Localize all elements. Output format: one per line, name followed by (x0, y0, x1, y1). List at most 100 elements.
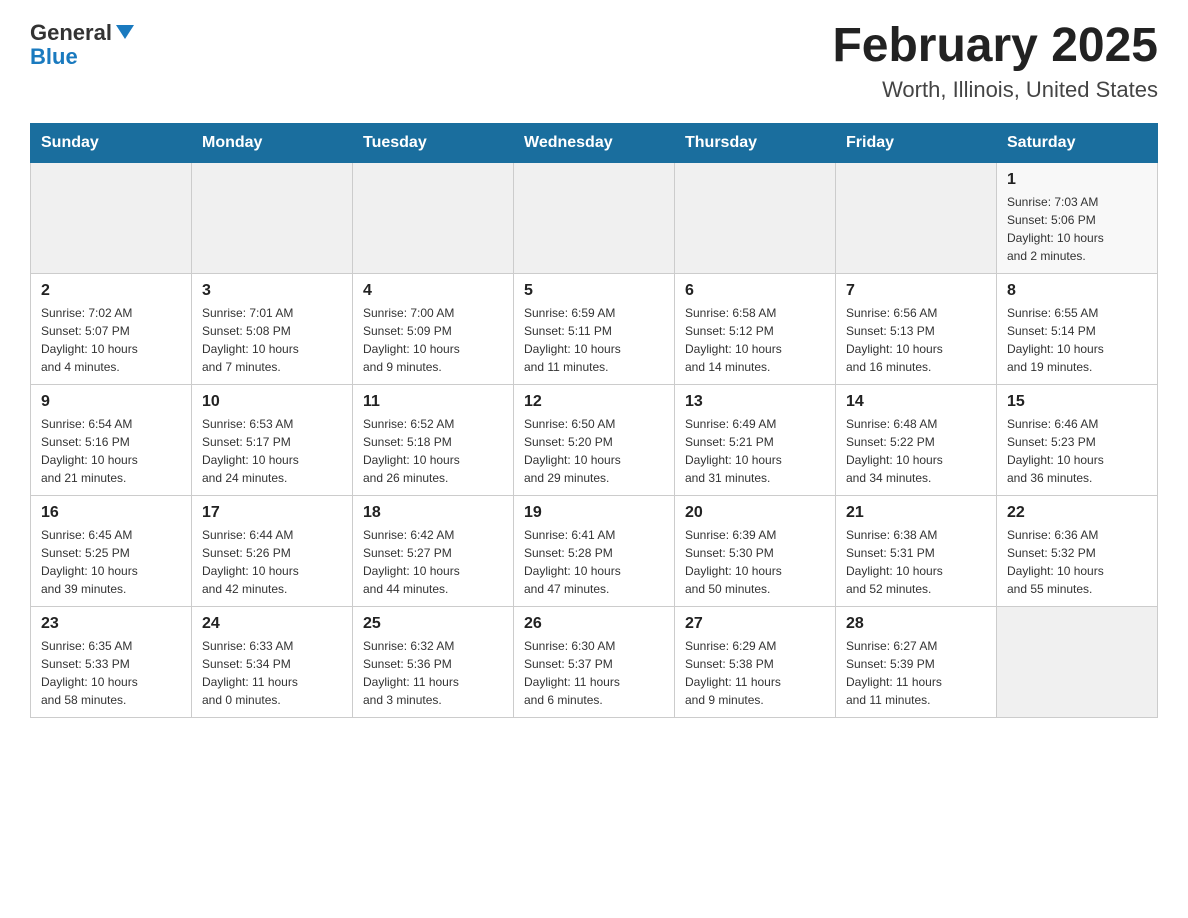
day-info: Sunrise: 6:58 AM Sunset: 5:12 PM Dayligh… (685, 304, 825, 376)
table-row: 15 Sunrise: 6:46 AM Sunset: 5:23 PM Dayli… (997, 384, 1158, 495)
table-row (353, 162, 514, 273)
day-number: 22 (1007, 504, 1147, 522)
day-number: 18 (363, 504, 503, 522)
table-row: 25Sunrise: 6:32 AM Sunset: 5:36 PM Dayli… (353, 606, 514, 717)
day-info: Sunrise: 6:30 AM Sunset: 5:37 PM Dayligh… (524, 637, 664, 709)
table-row: 21Sunrise: 6:38 AM Sunset: 5:31 PM Dayli… (836, 495, 997, 606)
day-info: Sunrise: 6:41 AM Sunset: 5:28 PM Dayligh… (524, 526, 664, 598)
logo-blue-text: Blue (30, 44, 78, 70)
day-number: 24 (202, 615, 342, 633)
week-row-2: 2 Sunrise: 7:02 AM Sunset: 5:07 PM Daylig… (31, 273, 1158, 384)
day-number: 19 (524, 504, 664, 522)
table-row: 6Sunrise: 6:58 AM Sunset: 5:12 PM Daylig… (675, 273, 836, 384)
day-number: 7 (846, 282, 986, 300)
table-row: 27 Sunrise: 6:29 AM Sunset: 5:38 PM Dayli… (675, 606, 836, 717)
table-row: 10 Sunrise: 6:53 AM Sunset: 5:17 PM Dayli… (192, 384, 353, 495)
table-row: 26 Sunrise: 6:30 AM Sunset: 5:37 PM Dayli… (514, 606, 675, 717)
day-info: Sunrise: 7:01 AM Sunset: 5:08 PM Dayligh… (202, 304, 342, 376)
day-info: Sunrise: 7:02 AM Sunset: 5:07 PM Dayligh… (41, 304, 181, 376)
table-row: 28 Sunrise: 6:27 AM Sunset: 5:39 PM Dayli… (836, 606, 997, 717)
day-number: 21 (846, 504, 986, 522)
col-saturday: Saturday (997, 123, 1158, 162)
col-wednesday: Wednesday (514, 123, 675, 162)
day-number: 5 (524, 282, 664, 300)
logo: General Blue (30, 20, 134, 70)
table-row: 24Sunrise: 6:33 AM Sunset: 5:34 PM Dayli… (192, 606, 353, 717)
week-row-1: 1 Sunrise: 7:03 AM Sunset: 5:06 PM Daylig… (31, 162, 1158, 273)
table-row: 14 Sunrise: 6:48 AM Sunset: 5:22 PM Dayli… (836, 384, 997, 495)
table-row: 16Sunrise: 6:45 AM Sunset: 5:25 PM Dayli… (31, 495, 192, 606)
table-row: 12 Sunrise: 6:50 AM Sunset: 5:20 PM Dayli… (514, 384, 675, 495)
day-info: Sunrise: 6:55 AM Sunset: 5:14 PM Dayligh… (1007, 304, 1147, 376)
table-row: 4Sunrise: 7:00 AM Sunset: 5:09 PM Daylig… (353, 273, 514, 384)
day-info: Sunrise: 6:46 AM Sunset: 5:23 PM Dayligh… (1007, 415, 1147, 487)
day-number: 23 (41, 615, 181, 633)
table-row: 18Sunrise: 6:42 AM Sunset: 5:27 PM Dayli… (353, 495, 514, 606)
day-number: 25 (363, 615, 503, 633)
table-row: 23 Sunrise: 6:35 AM Sunset: 5:33 PM Dayli… (31, 606, 192, 717)
day-number: 17 (202, 504, 342, 522)
day-info: Sunrise: 6:45 AM Sunset: 5:25 PM Dayligh… (41, 526, 181, 598)
table-row: 2 Sunrise: 7:02 AM Sunset: 5:07 PM Daylig… (31, 273, 192, 384)
day-info: Sunrise: 6:52 AM Sunset: 5:18 PM Dayligh… (363, 415, 503, 487)
day-number: 8 (1007, 282, 1147, 300)
day-number: 27 (685, 615, 825, 633)
day-info: Sunrise: 6:29 AM Sunset: 5:38 PM Dayligh… (685, 637, 825, 709)
col-sunday: Sunday (31, 123, 192, 162)
col-friday: Friday (836, 123, 997, 162)
day-info: Sunrise: 6:56 AM Sunset: 5:13 PM Dayligh… (846, 304, 986, 376)
table-row: 9 Sunrise: 6:54 AM Sunset: 5:16 PM Daylig… (31, 384, 192, 495)
table-row (31, 162, 192, 273)
day-info: Sunrise: 6:53 AM Sunset: 5:17 PM Dayligh… (202, 415, 342, 487)
calendar-table: Sunday Monday Tuesday Wednesday Thursday… (30, 123, 1158, 718)
calendar-title: February 2025 (832, 20, 1158, 73)
day-number: 13 (685, 393, 825, 411)
day-info: Sunrise: 6:48 AM Sunset: 5:22 PM Dayligh… (846, 415, 986, 487)
week-row-4: 16Sunrise: 6:45 AM Sunset: 5:25 PM Dayli… (31, 495, 1158, 606)
table-row (675, 162, 836, 273)
table-row (192, 162, 353, 273)
day-info: Sunrise: 6:27 AM Sunset: 5:39 PM Dayligh… (846, 637, 986, 709)
day-number: 1 (1007, 171, 1147, 189)
day-info: Sunrise: 6:50 AM Sunset: 5:20 PM Dayligh… (524, 415, 664, 487)
table-row: 11 Sunrise: 6:52 AM Sunset: 5:18 PM Dayli… (353, 384, 514, 495)
day-number: 28 (846, 615, 986, 633)
table-row (997, 606, 1158, 717)
day-info: Sunrise: 7:03 AM Sunset: 5:06 PM Dayligh… (1007, 193, 1147, 265)
table-row: 7 Sunrise: 6:56 AM Sunset: 5:13 PM Daylig… (836, 273, 997, 384)
day-number: 26 (524, 615, 664, 633)
table-row: 5 Sunrise: 6:59 AM Sunset: 5:11 PM Daylig… (514, 273, 675, 384)
table-row: 13Sunrise: 6:49 AM Sunset: 5:21 PM Dayli… (675, 384, 836, 495)
col-thursday: Thursday (675, 123, 836, 162)
day-number: 2 (41, 282, 181, 300)
calendar-header-row: Sunday Monday Tuesday Wednesday Thursday… (31, 123, 1158, 162)
day-number: 12 (524, 393, 664, 411)
day-info: Sunrise: 6:54 AM Sunset: 5:16 PM Dayligh… (41, 415, 181, 487)
day-number: 14 (846, 393, 986, 411)
day-info: Sunrise: 6:35 AM Sunset: 5:33 PM Dayligh… (41, 637, 181, 709)
week-row-5: 23 Sunrise: 6:35 AM Sunset: 5:33 PM Dayli… (31, 606, 1158, 717)
logo-general-text: General (30, 20, 112, 46)
day-number: 9 (41, 393, 181, 411)
day-info: Sunrise: 7:00 AM Sunset: 5:09 PM Dayligh… (363, 304, 503, 376)
day-number: 11 (363, 393, 503, 411)
day-number: 15 (1007, 393, 1147, 411)
day-info: Sunrise: 6:36 AM Sunset: 5:32 PM Dayligh… (1007, 526, 1147, 598)
calendar-title-block: February 2025 Worth, Illinois, United St… (832, 20, 1158, 103)
table-row: 22 Sunrise: 6:36 AM Sunset: 5:32 PM Dayli… (997, 495, 1158, 606)
day-number: 3 (202, 282, 342, 300)
day-number: 20 (685, 504, 825, 522)
calendar-subtitle: Worth, Illinois, United States (832, 77, 1158, 103)
day-info: Sunrise: 6:59 AM Sunset: 5:11 PM Dayligh… (524, 304, 664, 376)
table-row (514, 162, 675, 273)
day-number: 10 (202, 393, 342, 411)
table-row: 19 Sunrise: 6:41 AM Sunset: 5:28 PM Dayli… (514, 495, 675, 606)
col-tuesday: Tuesday (353, 123, 514, 162)
day-info: Sunrise: 6:44 AM Sunset: 5:26 PM Dayligh… (202, 526, 342, 598)
table-row: 1 Sunrise: 7:03 AM Sunset: 5:06 PM Daylig… (997, 162, 1158, 273)
page-header: General Blue February 2025 Worth, Illino… (30, 20, 1158, 103)
table-row: 20Sunrise: 6:39 AM Sunset: 5:30 PM Dayli… (675, 495, 836, 606)
table-row: 3 Sunrise: 7:01 AM Sunset: 5:08 PM Daylig… (192, 273, 353, 384)
logo-arrow-icon (116, 25, 134, 39)
table-row: 17 Sunrise: 6:44 AM Sunset: 5:26 PM Dayli… (192, 495, 353, 606)
